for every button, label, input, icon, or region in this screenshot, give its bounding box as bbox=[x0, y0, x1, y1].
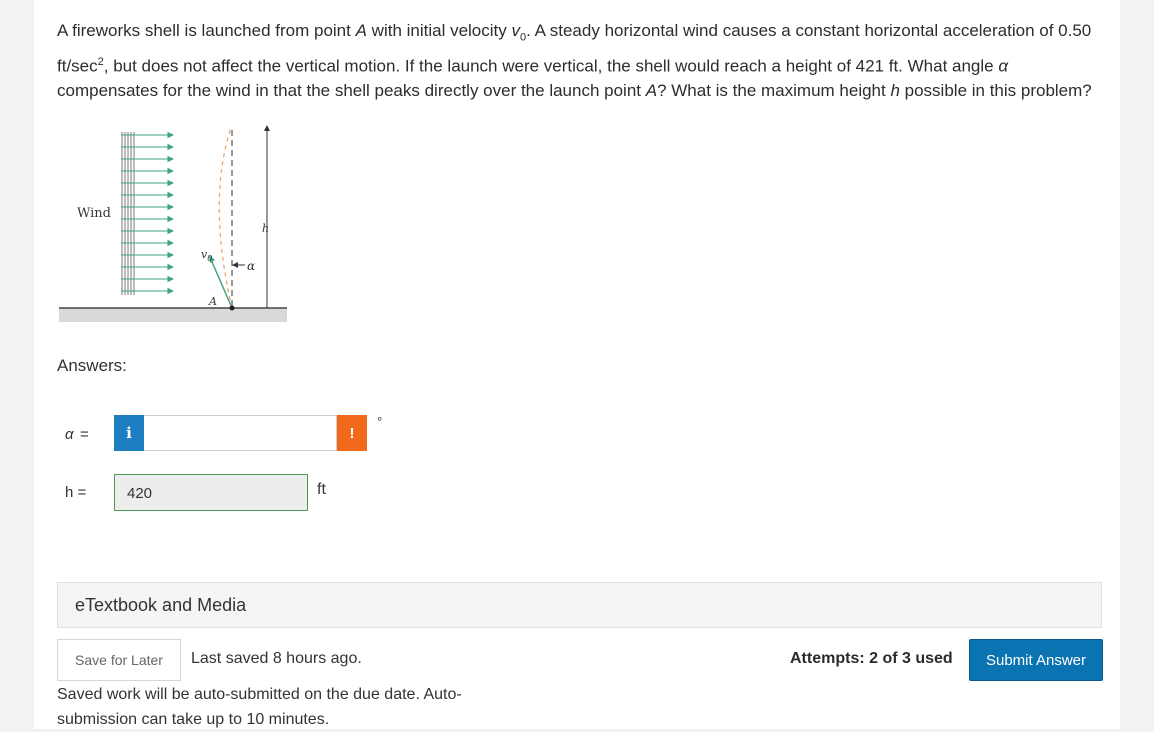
etextbook-media-panel[interactable]: eTextbook and Media bbox=[57, 582, 1102, 628]
alpha-symbol: α bbox=[65, 426, 74, 443]
h-label: h = bbox=[65, 484, 87, 501]
trajectory-path bbox=[218, 127, 233, 309]
degree-unit: ° bbox=[377, 414, 383, 429]
alpha-answer-input[interactable] bbox=[144, 415, 337, 451]
fireworks-diagram: Wind h α v0 A bbox=[59, 125, 287, 322]
fireworks-figure: Wind h α v0 A bbox=[57, 120, 297, 330]
launch-point bbox=[229, 305, 235, 311]
wind-arrows bbox=[121, 131, 175, 295]
alpha-equals: = bbox=[80, 426, 89, 443]
wind-label: Wind bbox=[77, 206, 111, 221]
h-answer-field: 420 bbox=[114, 474, 308, 511]
info-icon[interactable]: i bbox=[114, 415, 144, 451]
h-unit: ft bbox=[317, 481, 326, 498]
ground bbox=[59, 308, 287, 322]
warning-icon[interactable]: ! bbox=[337, 415, 367, 451]
height-label: h bbox=[262, 222, 269, 235]
question-text: A fireworks shell is launched from point… bbox=[57, 21, 1092, 101]
alpha-label: α bbox=[247, 259, 255, 273]
wind-field bbox=[121, 132, 135, 295]
point-a-label: A bbox=[208, 295, 217, 308]
save-for-later-button[interactable]: Save for Later bbox=[57, 639, 181, 681]
last-saved-text: Last saved 8 hours ago. bbox=[191, 650, 362, 667]
attempts-counter: Attempts: 2 of 3 used bbox=[790, 650, 953, 667]
v0-label: v0 bbox=[201, 248, 212, 263]
answers-heading: Answers: bbox=[57, 356, 127, 375]
auto-submit-note: Saved work will be auto-submitted on the… bbox=[57, 686, 462, 728]
submit-answer-button[interactable]: Submit Answer bbox=[969, 639, 1103, 681]
